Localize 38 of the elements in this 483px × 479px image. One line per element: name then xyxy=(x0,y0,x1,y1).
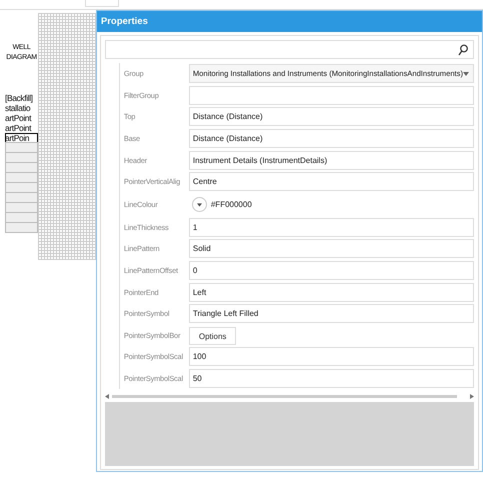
input-field[interactable]: Instrument Details (InstrumentDetails) xyxy=(188,150,474,170)
search-field[interactable] xyxy=(104,40,474,59)
diagram-cell xyxy=(5,192,38,203)
input-field[interactable]: Centre xyxy=(188,172,474,192)
scroll-right-icon[interactable] xyxy=(470,394,474,399)
input-field[interactable]: 0 xyxy=(188,261,474,280)
diagram-item[interactable]: artPoint xyxy=(5,123,38,133)
color-picker-button[interactable] xyxy=(192,197,207,212)
color-value: #FF000000 xyxy=(210,200,252,210)
input-field[interactable]: Distance (Distance) xyxy=(188,129,474,148)
diagram-cell xyxy=(5,212,38,223)
input-field[interactable]: Left xyxy=(188,282,474,302)
input-field[interactable]: 50 xyxy=(188,369,474,388)
diagram-cell xyxy=(5,152,38,163)
diagram-item[interactable]: [Backfill] xyxy=(5,93,38,103)
scroll-left-icon[interactable] xyxy=(104,394,109,399)
options-button[interactable]: Options xyxy=(188,327,236,346)
diagram-cell xyxy=(5,222,38,233)
input-field[interactable]: 1 xyxy=(188,218,474,237)
diagram-cell xyxy=(5,202,38,213)
input-field[interactable] xyxy=(188,86,474,105)
input-field[interactable]: 100 xyxy=(188,347,474,366)
diagram-cell xyxy=(5,172,38,183)
input-field[interactable]: Triangle Left Filled xyxy=(188,304,474,324)
diagram-cell xyxy=(5,182,38,193)
input-field[interactable]: Solid xyxy=(188,239,474,258)
caret-icon xyxy=(196,202,202,207)
diagram-item[interactable]: artPoint xyxy=(5,113,38,123)
tab-background xyxy=(85,0,119,7)
window-title: Properties xyxy=(96,11,482,32)
diagram-item[interactable]: artPoin xyxy=(5,133,38,143)
diagram-item[interactable]: stallatio xyxy=(5,103,38,113)
diagram-cell xyxy=(5,162,38,173)
caret-icon xyxy=(463,72,469,76)
search-icon[interactable] xyxy=(458,44,468,56)
input-field[interactable]: Distance (Distance) xyxy=(188,107,474,126)
horizontal-scrollbar[interactable] xyxy=(104,392,474,400)
diagram-cell xyxy=(5,142,38,153)
